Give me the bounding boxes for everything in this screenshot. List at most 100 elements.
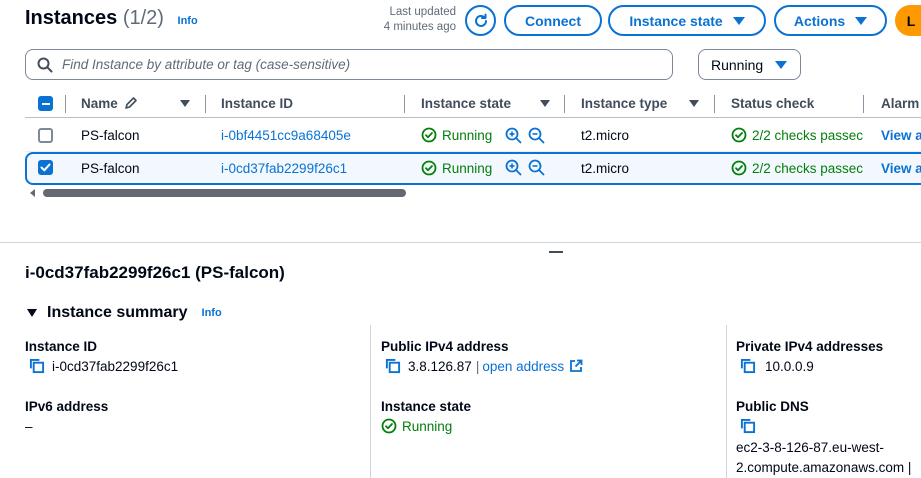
details-title: i-0cd37fab2299f26c1 (PS-falcon) bbox=[25, 263, 285, 282]
public-dns-label: Public DNS bbox=[736, 399, 809, 414]
cell-instance-type: t2.micro bbox=[581, 161, 630, 176]
state-filter-value: Running bbox=[711, 56, 764, 73]
zoom-in-icon[interactable] bbox=[505, 159, 522, 176]
column-separator bbox=[205, 95, 206, 113]
connect-label: Connect bbox=[525, 12, 581, 29]
cell-instance-id-link[interactable]: i-0bf4451cc9a68405e bbox=[221, 128, 351, 143]
copy-icon[interactable] bbox=[740, 358, 756, 374]
sort-caret-icon[interactable] bbox=[180, 100, 190, 107]
caret-down-icon bbox=[732, 16, 745, 25]
check-circle-icon bbox=[421, 127, 437, 143]
state-text: Running bbox=[442, 127, 493, 143]
copy-icon[interactable] bbox=[740, 418, 756, 434]
state-text: Running bbox=[442, 160, 493, 176]
cell-instance-type: t2.micro bbox=[581, 128, 630, 143]
column-divider bbox=[726, 325, 727, 478]
instance-state-detail-label: Instance state bbox=[381, 399, 472, 414]
status-check-text: 2/2 checks passec bbox=[752, 127, 863, 143]
cell-status-check: 2/2 checks passec bbox=[731, 160, 863, 176]
external-link-icon[interactable] bbox=[569, 359, 583, 373]
search-placeholder: Find Instance by attribute or tag (case-… bbox=[62, 57, 351, 72]
instance-summary-toggle[interactable]: Instance summary Info bbox=[27, 304, 222, 322]
column-header-instance-state[interactable]: Instance state bbox=[421, 96, 511, 111]
actions-button[interactable]: Actions bbox=[774, 5, 887, 36]
last-updated: Last updated 4 minutes ago bbox=[360, 5, 456, 35]
column-separator bbox=[564, 95, 565, 113]
refresh-button[interactable] bbox=[465, 5, 496, 36]
caret-down-icon bbox=[27, 309, 37, 317]
checkmark-icon bbox=[40, 163, 51, 172]
ipv6-value: – bbox=[25, 419, 33, 434]
instance-state-button[interactable]: Instance state bbox=[608, 5, 766, 36]
state-zoom-controls bbox=[505, 127, 545, 144]
column-separator bbox=[714, 95, 715, 113]
info-link[interactable]: Info bbox=[178, 15, 198, 27]
split-panel-divider bbox=[0, 242, 921, 243]
last-updated-label: Last updated bbox=[389, 6, 456, 18]
column-header-alarm[interactable]: Alarm bbox=[881, 96, 919, 111]
caret-down-icon bbox=[775, 60, 787, 69]
state-filter-select[interactable]: Running bbox=[698, 49, 801, 80]
instance-id-value: i-0cd37fab2299f26c1 bbox=[29, 358, 178, 374]
column-header-name[interactable]: Name bbox=[81, 96, 138, 111]
status-check-text: 2/2 checks passec bbox=[752, 160, 863, 176]
copy-icon[interactable] bbox=[29, 358, 45, 374]
row-checkbox[interactable] bbox=[38, 128, 53, 143]
column-header-status-check[interactable]: Status check bbox=[731, 96, 814, 111]
state-zoom-controls bbox=[505, 159, 545, 176]
cell-alarm-link[interactable]: View a bbox=[881, 161, 921, 176]
cell-status-check: 2/2 checks passec bbox=[731, 127, 863, 143]
horizontal-scrollbar-thumb[interactable] bbox=[43, 189, 406, 197]
open-address-link[interactable]: open address bbox=[482, 359, 564, 374]
private-ipv4-value: 10.0.0.9 bbox=[740, 358, 814, 374]
actions-label: Actions bbox=[793, 12, 846, 29]
sort-caret-icon[interactable] bbox=[689, 100, 699, 107]
page-title-text: Instances bbox=[25, 7, 118, 29]
cell-name: PS-falcon bbox=[81, 161, 140, 176]
select-all-checkbox[interactable] bbox=[38, 96, 53, 111]
row-checkbox[interactable] bbox=[38, 160, 53, 175]
summary-info-link[interactable]: Info bbox=[202, 307, 222, 319]
summary-heading: Instance summary bbox=[47, 304, 188, 321]
search-input[interactable]: Find Instance by attribute or tag (case-… bbox=[25, 49, 673, 80]
private-ipv4-text: 10.0.0.9 bbox=[765, 358, 814, 374]
refresh-icon bbox=[474, 13, 487, 27]
resize-handle-icon[interactable] bbox=[549, 251, 563, 253]
page-title: Instances (1/2) Info bbox=[25, 7, 198, 30]
check-circle-icon bbox=[731, 127, 747, 143]
selection-count: (1/2) bbox=[122, 7, 164, 29]
cell-instance-id-link[interactable]: i-0cd37fab2299f26c1 bbox=[221, 161, 347, 176]
check-circle-icon bbox=[421, 160, 437, 176]
instance-id-text: i-0cd37fab2299f26c1 bbox=[52, 358, 179, 374]
public-dns-copy bbox=[740, 418, 756, 434]
zoom-out-icon[interactable] bbox=[528, 127, 545, 144]
sort-caret-icon[interactable] bbox=[540, 100, 550, 107]
scroll-left-icon[interactable] bbox=[30, 189, 35, 197]
zoom-out-icon[interactable] bbox=[528, 159, 545, 176]
check-circle-icon bbox=[731, 160, 747, 176]
cell-instance-state: Running bbox=[421, 160, 492, 176]
connect-button[interactable]: Connect bbox=[504, 5, 602, 36]
instance-state-detail-value: Running bbox=[381, 418, 452, 434]
cell-alarm-link[interactable]: View a bbox=[881, 128, 921, 143]
column-separator bbox=[65, 95, 66, 113]
zoom-in-icon[interactable] bbox=[505, 127, 522, 144]
column-separator bbox=[863, 95, 864, 113]
launch-instances-button[interactable]: L bbox=[895, 5, 921, 36]
check-circle-icon bbox=[381, 418, 397, 434]
last-updated-time: 4 minutes ago bbox=[383, 21, 456, 33]
column-header-instance-type[interactable]: Instance type bbox=[581, 96, 667, 111]
launch-label: L bbox=[906, 12, 916, 29]
search-icon bbox=[37, 57, 53, 72]
pencil-icon bbox=[124, 97, 137, 109]
caret-down-icon bbox=[855, 16, 868, 25]
public-ipv4-value: 3.8.126.87 | open address bbox=[385, 358, 583, 374]
column-header-instance-id[interactable]: Instance ID bbox=[221, 96, 293, 111]
copy-icon[interactable] bbox=[385, 358, 401, 374]
public-ipv4-text: 3.8.126.87 bbox=[408, 358, 472, 374]
column-separator bbox=[404, 95, 405, 113]
public-dns-line1: ec2-3-8-126-87.eu-west- bbox=[736, 440, 884, 455]
public-dns-line2: 2.compute.amazonaws.com | bbox=[736, 460, 912, 475]
table-header-divider bbox=[25, 117, 921, 118]
instance-state-detail-text: Running bbox=[402, 418, 453, 434]
